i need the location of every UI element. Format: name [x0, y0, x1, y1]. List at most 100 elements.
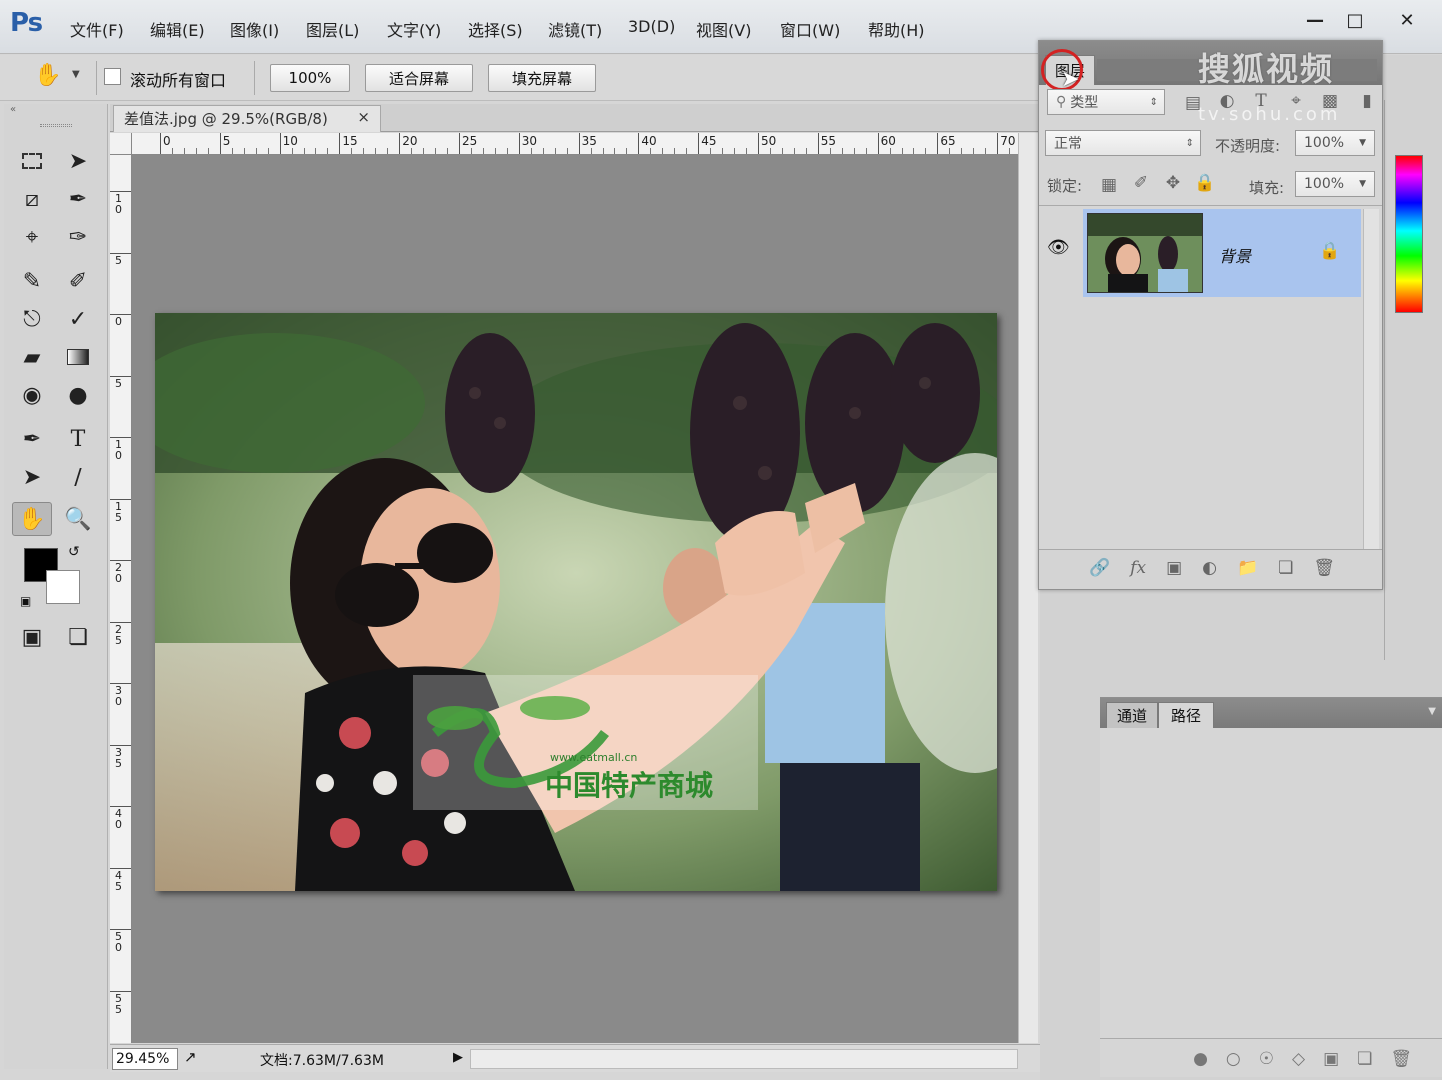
- save-selection-icon[interactable]: ○: [1226, 1049, 1241, 1069]
- scroll-all-checkbox[interactable]: [104, 68, 121, 85]
- clone-stamp-tool-icon[interactable]: ⎋: [12, 302, 52, 336]
- layers-scrollbar[interactable]: [1363, 209, 1379, 549]
- menu-select[interactable]: 选择(S): [468, 17, 523, 41]
- close-button[interactable]: ✕: [1388, 6, 1426, 34]
- menu-type[interactable]: 文字(Y): [387, 17, 441, 41]
- document-image[interactable]: www.eatmall.cn 中国特产商城: [155, 313, 997, 891]
- menu-image[interactable]: 图像(I): [230, 17, 279, 41]
- menu-3d[interactable]: 3D(D): [628, 17, 675, 36]
- menu-file[interactable]: 文件(F): [70, 17, 124, 41]
- healing-brush-tool-icon[interactable]: ✎: [12, 264, 52, 298]
- hand-tool-icon[interactable]: ✋: [12, 502, 52, 536]
- marquee-tool-icon[interactable]: [12, 144, 52, 178]
- tab-channels[interactable]: 通道: [1106, 702, 1158, 728]
- eyedropper-tool-icon[interactable]: ✑: [58, 220, 98, 254]
- filter-kind-select[interactable]: ⚲ 类型 ⇕: [1047, 89, 1165, 115]
- channels-panel-header: 通道 路径 ▼: [1100, 698, 1442, 728]
- menu-layer[interactable]: 图层(L): [306, 17, 359, 41]
- make-work-path-icon[interactable]: ☉: [1259, 1049, 1274, 1069]
- brush-tool-icon[interactable]: ✐: [58, 264, 98, 298]
- horizontal-ruler[interactable]: 0 5 10 15 20 25 30 35 40 45 50 55 60 65 70: [132, 133, 1018, 155]
- layer-name[interactable]: 背景: [1219, 243, 1251, 267]
- share-icon[interactable]: ↗: [184, 1048, 197, 1066]
- vertical-ruler[interactable]: 1 0 5 0 5 1 0 1 5 2 0 2 5 3 0 3 5 4 0 4 5 5 0 5 5: [110, 155, 132, 1043]
- ruler-origin[interactable]: [110, 133, 132, 155]
- panel-menu-icon[interactable]: ▼: [1428, 706, 1436, 717]
- lock-position-icon[interactable]: ✥: [1161, 173, 1185, 193]
- eraser-tool-icon[interactable]: ▰: [12, 340, 52, 374]
- line-tool-icon[interactable]: ∕: [58, 460, 98, 494]
- menu-edit[interactable]: 编辑(E): [150, 17, 205, 41]
- video-watermark-url: tv.sohu.com: [1198, 104, 1341, 125]
- fill-input[interactable]: 100% ▼: [1295, 171, 1375, 197]
- type-tool-icon[interactable]: T: [58, 422, 98, 456]
- collapse-icon[interactable]: «: [10, 104, 16, 115]
- add-layer-mask-icon[interactable]: ▣: [1166, 558, 1182, 578]
- dodge-tool-icon[interactable]: ●: [58, 378, 98, 412]
- blend-mode-select[interactable]: 正常 ⇕: [1045, 130, 1201, 156]
- layer-row[interactable]: 背景 🔒: [1083, 209, 1361, 297]
- layer-style-fx-icon[interactable]: fx: [1130, 558, 1146, 578]
- swap-colors-icon[interactable]: ↺: [68, 544, 80, 560]
- visibility-eye-icon[interactable]: 👁: [1047, 237, 1070, 258]
- ruler-minor-tick: [746, 148, 748, 154]
- color-spectrum[interactable]: [1395, 155, 1423, 313]
- fill-screen-button[interactable]: 填充屏幕: [488, 64, 596, 92]
- load-channel-selection-icon[interactable]: ●: [1193, 1049, 1208, 1069]
- zoom-field[interactable]: 29.45%: [112, 1048, 178, 1070]
- lock-all-icon[interactable]: 🔒: [1193, 173, 1217, 193]
- delete-channel-icon[interactable]: 🗑: [1390, 1049, 1412, 1069]
- add-mask-icon[interactable]: ▣: [1323, 1049, 1339, 1069]
- lasso-tool-icon[interactable]: ⧄: [12, 182, 52, 216]
- preset-dropdown-icon[interactable]: ▼: [72, 69, 80, 80]
- delete-layer-icon[interactable]: 🗑: [1313, 558, 1335, 578]
- ruler-minor-tick: [781, 148, 783, 154]
- video-watermark: 搜狐视频: [1198, 50, 1335, 88]
- zoom-100-button[interactable]: 100%: [270, 64, 350, 92]
- minimize-button[interactable]: —: [1296, 6, 1334, 34]
- menu-view[interactable]: 视图(V): [696, 17, 751, 41]
- link-layers-icon[interactable]: 🔗: [1089, 558, 1110, 578]
- new-group-icon[interactable]: 📁: [1237, 558, 1258, 578]
- opacity-input[interactable]: 100% ▼: [1295, 130, 1375, 156]
- close-document-icon[interactable]: ×: [357, 108, 370, 126]
- fit-screen-button[interactable]: 适合屏幕: [365, 64, 473, 92]
- background-color-swatch[interactable]: [46, 570, 80, 604]
- lock-transparent-icon[interactable]: ▦: [1097, 175, 1121, 195]
- new-layer-icon[interactable]: ❏: [1278, 558, 1293, 578]
- crop-tool-icon[interactable]: ⌖: [12, 220, 52, 254]
- history-brush-tool-icon[interactable]: ✓: [58, 302, 98, 336]
- filter-kind-label: 类型: [1070, 95, 1099, 111]
- blur-tool-icon[interactable]: ◉: [12, 378, 52, 412]
- default-colors-icon[interactable]: ▣: [20, 594, 31, 608]
- ruler-tick-label: 50: [761, 134, 777, 148]
- menu-window[interactable]: 窗口(W): [780, 17, 840, 41]
- filter-toggle-icon[interactable]: ▮: [1355, 91, 1379, 111]
- hand-tool-preset-icon[interactable]: ✋: [34, 63, 61, 88]
- tab-paths[interactable]: 路径: [1158, 702, 1214, 728]
- path-to-selection-icon[interactable]: ◇: [1292, 1049, 1305, 1069]
- quick-select-tool-icon[interactable]: ✒: [58, 182, 98, 216]
- new-channel-icon[interactable]: ❏: [1357, 1049, 1372, 1069]
- ruler-minor-tick: [722, 148, 724, 154]
- vertical-scrollbar[interactable]: [1018, 133, 1038, 1043]
- ruler-minor-tick: [554, 148, 556, 154]
- zoom-tool-icon[interactable]: 🔍: [58, 502, 98, 536]
- divider: [254, 61, 255, 95]
- lock-image-icon[interactable]: ✐: [1129, 173, 1153, 193]
- horizontal-scrollbar[interactable]: [470, 1049, 1018, 1069]
- pen-tool-icon[interactable]: ✒: [12, 422, 52, 456]
- status-menu-arrow-icon[interactable]: ▶: [453, 1050, 463, 1065]
- menu-filter[interactable]: 滤镜(T): [548, 17, 602, 41]
- gradient-tool-icon[interactable]: [58, 340, 98, 374]
- path-select-tool-icon[interactable]: ➤: [12, 460, 52, 494]
- grip-icon[interactable]: [40, 124, 72, 127]
- menu-help[interactable]: 帮助(H): [868, 17, 925, 41]
- screen-mode-icon[interactable]: ❏: [58, 620, 98, 654]
- move-tool-icon[interactable]: ➤: [58, 144, 98, 178]
- adjustment-layer-icon[interactable]: ◐: [1202, 558, 1217, 578]
- document-tab[interactable]: 差值法.jpg @ 29.5%(RGB/8) ×: [113, 105, 381, 132]
- ruler-tick-label: 1 0: [115, 438, 122, 462]
- maximize-button[interactable]: □: [1336, 6, 1374, 34]
- quick-mask-icon[interactable]: ▣: [12, 620, 52, 654]
